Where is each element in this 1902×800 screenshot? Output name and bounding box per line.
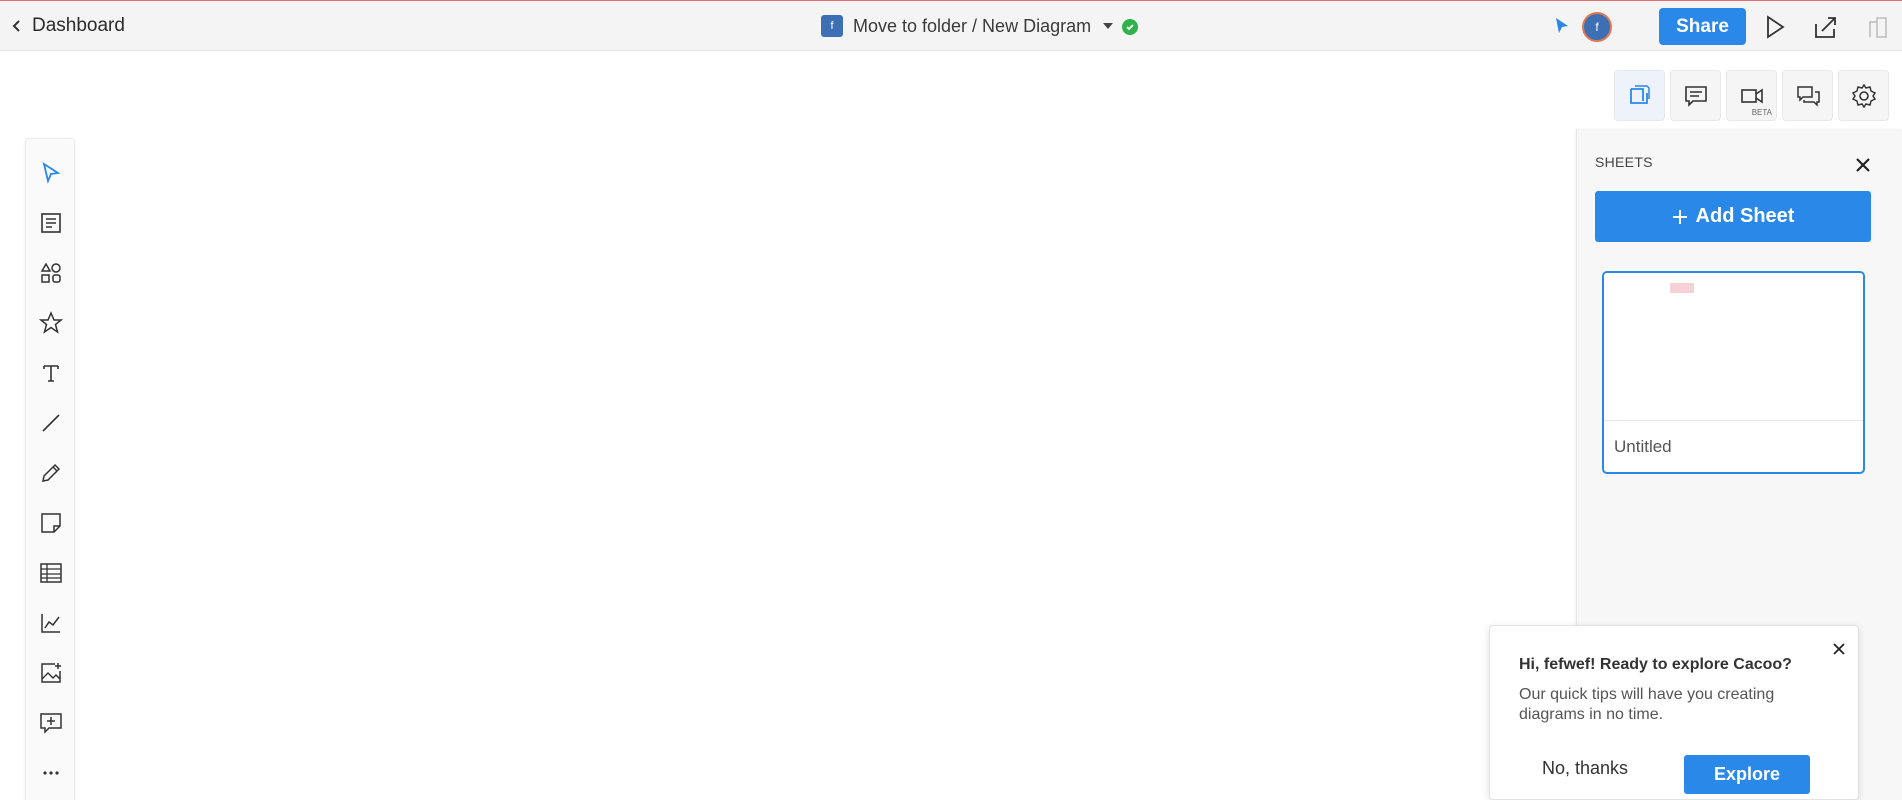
sticky-note-tool[interactable]	[26, 501, 76, 545]
image-tool[interactable]	[26, 651, 76, 695]
sheets-icon	[1629, 84, 1650, 104]
pen-tool[interactable]	[26, 451, 76, 495]
comments-toggle-button[interactable]	[1670, 70, 1721, 121]
sheet-name: Untitled	[1614, 437, 1672, 456]
sticky-note-icon	[41, 513, 61, 533]
tip-popover: Hi, fefwef! Ready to explore Cacoo? Our …	[1489, 625, 1859, 800]
left-toolbar	[25, 138, 75, 800]
close-icon[interactable]	[1853, 155, 1873, 175]
breadcrumb-text: Move to folder / New Diagram	[853, 15, 1092, 36]
image-icon	[41, 663, 61, 683]
saved-check-icon	[1122, 19, 1138, 35]
play-icon	[1767, 15, 1785, 39]
caret-down-icon	[1103, 23, 1114, 29]
folder-badge: f	[821, 15, 843, 37]
text-tool[interactable]	[26, 351, 76, 395]
tip-body: Our quick tips will have you creating di…	[1519, 686, 1775, 723]
template-icon	[41, 213, 61, 233]
share-button[interactable]: Share	[1659, 8, 1746, 45]
present-button[interactable]	[1760, 12, 1790, 42]
chart-tool[interactable]	[26, 601, 76, 645]
add-sheet-button[interactable]: Add Sheet	[1595, 191, 1871, 242]
line-icon	[42, 414, 60, 432]
top-bar: Dashboard f Move to folder / New Diagram…	[0, 0, 1902, 51]
table-tool[interactable]	[26, 551, 76, 595]
back-to-dashboard-link[interactable]: Dashboard	[10, 13, 125, 39]
back-label: Dashboard	[32, 15, 125, 36]
more-tools[interactable]	[26, 751, 76, 795]
line-tool[interactable]	[26, 401, 76, 445]
beta-badge: BETA	[1751, 108, 1772, 117]
shapes-tool[interactable]	[26, 251, 76, 295]
sheets-title: SHEETS	[1595, 154, 1653, 170]
sheet-thumbnail	[1604, 273, 1863, 421]
organization-button[interactable]	[1863, 12, 1893, 42]
add-sheet-label: Add Sheet	[1695, 205, 1795, 227]
favorites-tool[interactable]	[26, 301, 76, 345]
thumbnail-shape	[1670, 283, 1694, 293]
no-thanks-button[interactable]: No, thanks	[1535, 753, 1635, 783]
table-icon	[40, 563, 62, 583]
sheets-toggle-button[interactable]	[1614, 70, 1665, 121]
pencil-icon	[42, 463, 61, 482]
sheet-card[interactable]: Untitled	[1602, 271, 1865, 474]
cursor-icon	[1556, 18, 1568, 33]
text-icon	[43, 365, 59, 382]
app-root: Dashboard f Move to folder / New Diagram…	[0, 0, 1902, 800]
video-toggle-button[interactable]: BETA	[1726, 70, 1777, 121]
comments-icon	[1684, 85, 1707, 107]
gear-icon	[1851, 83, 1876, 108]
star-icon	[39, 311, 63, 334]
tip-title: Hi, fefwef! Ready to explore Cacoo?	[1519, 656, 1792, 673]
chart-icon	[41, 614, 60, 633]
cursor-arrow-icon	[42, 162, 61, 184]
chat-icon	[1796, 85, 1820, 107]
explore-button[interactable]: Explore	[1684, 755, 1810, 794]
export-icon	[1815, 17, 1836, 38]
avatar[interactable]: f	[1582, 12, 1612, 42]
export-button[interactable]	[1811, 12, 1841, 42]
chat-toggle-button[interactable]	[1782, 70, 1833, 121]
close-icon[interactable]	[1830, 640, 1848, 658]
more-icon	[43, 771, 59, 775]
breadcrumb[interactable]: f Move to folder / New Diagram	[821, 14, 1114, 38]
add-comment-icon	[40, 713, 62, 734]
plus-icon	[1672, 209, 1687, 224]
comment-tool[interactable]	[26, 701, 76, 745]
video-icon	[1740, 88, 1763, 103]
select-tool[interactable]	[26, 151, 76, 195]
shapes-icon	[40, 262, 61, 283]
template-tool[interactable]	[26, 201, 76, 245]
settings-button[interactable]	[1838, 70, 1889, 121]
chevron-left-icon	[12, 20, 20, 32]
building-icon	[1869, 17, 1887, 38]
